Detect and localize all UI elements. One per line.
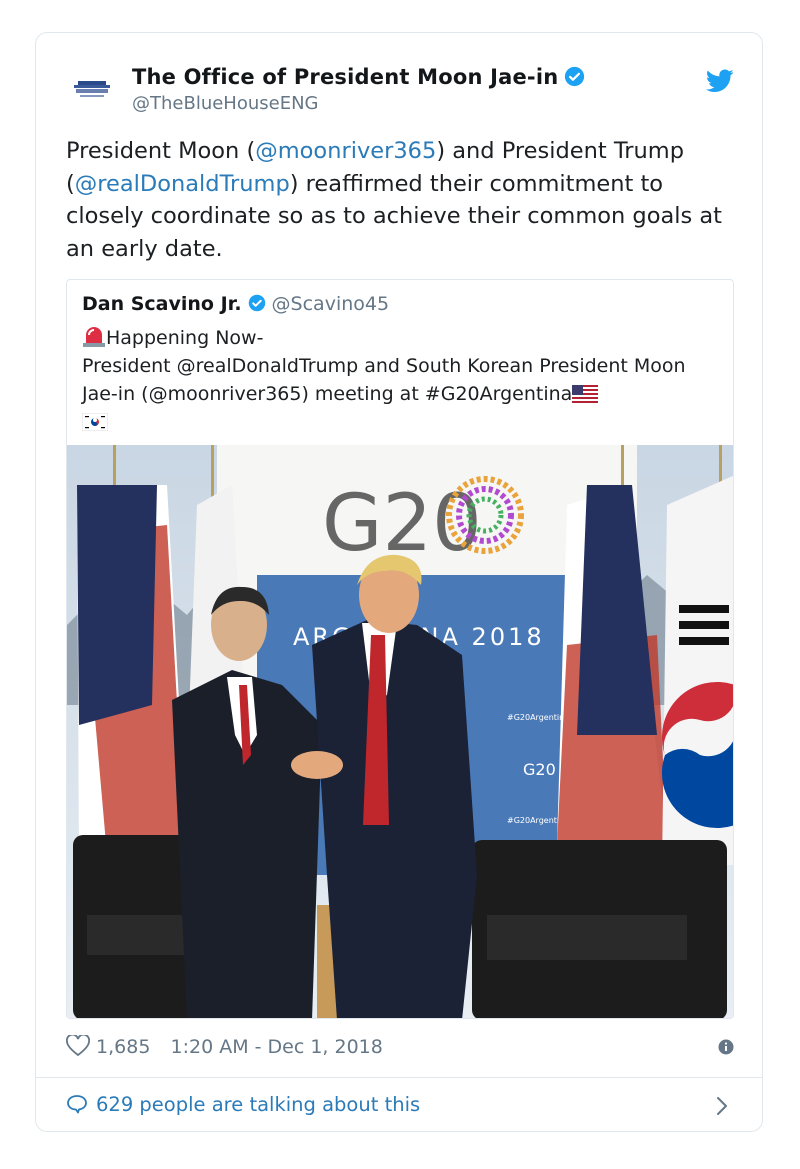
like-count[interactable]: 1,685: [96, 1036, 150, 1058]
verified-badge-icon: [248, 294, 265, 312]
info-icon[interactable]: [718, 1039, 734, 1055]
author-handle[interactable]: @TheBlueHouseENG: [132, 93, 319, 114]
conversation-text[interactable]: 629 people are talking about this: [96, 1093, 420, 1116]
tweet-card[interactable]: The Office of President Moon Jae-in @The…: [35, 32, 763, 1132]
chevron-right-icon[interactable]: [716, 1095, 728, 1117]
handshake: [291, 751, 343, 779]
comment-bubble-icon: [67, 1095, 87, 1114]
quoted-text: Happening Now- President @realDonaldTrum…: [82, 324, 722, 436]
small-g20-sign: G20: [523, 760, 556, 779]
quoted-author-name[interactable]: Dan Scavino Jr.: [82, 293, 242, 315]
meeting-photo[interactable]: G20 ARGENTINA 2018 #G20Argentina G20 #G2…: [67, 445, 734, 1019]
hashtag-sign: #G20Argentina: [507, 713, 569, 722]
quoted-tweet[interactable]: Dan Scavino Jr. @Scavino45 Happening Now…: [66, 279, 734, 1019]
conversation-link[interactable]: 629 people are talking about this: [66, 1093, 420, 1116]
tweet-footer: 1,685 1:20 AM - Dec 1, 2018: [66, 1035, 736, 1063]
tweet-timestamp[interactable]: 1:20 AM - Dec 1, 2018: [171, 1036, 383, 1058]
us-flag-emoji: [572, 385, 599, 403]
blue-house-logo[interactable]: [72, 79, 112, 99]
footer-divider: [36, 1077, 762, 1078]
verified-badge-icon: [565, 66, 585, 87]
tweet-text: President Moon (@moonriver365) and Presi…: [66, 135, 736, 265]
mention-link[interactable]: @moonriver365: [255, 138, 436, 164]
heart-icon[interactable]: [66, 1035, 90, 1057]
armchair-right: [472, 840, 727, 1018]
quoted-line-1: Happening Now-: [106, 327, 264, 349]
quoted-author[interactable]: Dan Scavino Jr. @Scavino45: [82, 293, 389, 315]
rotating-light-emoji: [83, 327, 105, 347]
tweet-text-part: President Moon (: [66, 138, 256, 164]
author-name[interactable]: The Office of President Moon Jae-in: [132, 65, 585, 89]
quoted-author-handle[interactable]: @Scavino45: [272, 293, 390, 315]
mention-link[interactable]: @realDonaldTrump: [75, 171, 290, 197]
twitter-bird-icon[interactable]: [706, 69, 734, 93]
author-name-text[interactable]: The Office of President Moon Jae-in: [132, 65, 558, 89]
south-korea-flag-emoji: [82, 413, 108, 431]
